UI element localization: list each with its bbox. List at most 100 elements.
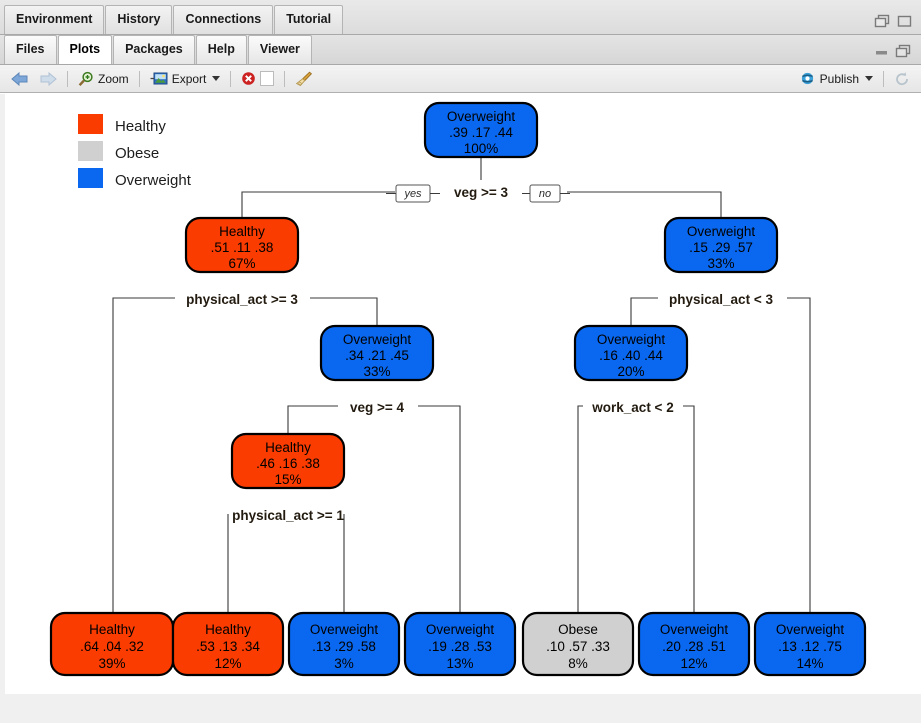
- split-label-work-act-lt-2: work_act < 2: [591, 400, 673, 415]
- legend-label-healthy: Healthy: [115, 118, 166, 135]
- node-probs: .20 .28 .51: [662, 639, 726, 654]
- export-image-icon: [150, 71, 168, 86]
- node-pct: 12%: [214, 656, 241, 671]
- refresh-icon: [894, 71, 910, 87]
- node-pct: 39%: [98, 656, 125, 671]
- chevron-down-icon[interactable]: [212, 76, 220, 81]
- node-pct: 14%: [796, 656, 823, 671]
- plot-canvas: Healthy Obese Overweight: [0, 93, 921, 723]
- forward-button[interactable]: [34, 70, 62, 88]
- node-class-label: Overweight: [447, 109, 516, 124]
- node-probs: .46 .16 .38: [256, 456, 320, 471]
- node-class-label: Obese: [558, 622, 598, 637]
- restore-icon[interactable]: [895, 44, 912, 58]
- tree-leaf-obese-8[interactable]: Obese .10 .57 .33 8%: [523, 613, 633, 675]
- edge-s5-left: [578, 406, 583, 613]
- edge-s4-left: [288, 406, 338, 434]
- yes-badge-label: yes: [403, 188, 422, 200]
- edge-s1-left: [242, 192, 395, 218]
- node-class-label: Overweight: [597, 332, 666, 347]
- node-pct: 3%: [334, 656, 354, 671]
- plot-toolbar: Zoom Export Publish: [0, 65, 921, 93]
- node-pct: 33%: [707, 256, 734, 271]
- refresh-button[interactable]: [889, 69, 915, 89]
- publish-icon: [799, 71, 816, 86]
- publish-button[interactable]: Publish: [794, 69, 878, 88]
- tree-node-overweight-33-left[interactable]: Overweight .34 .21 .45 33%: [321, 326, 433, 380]
- magnifier-icon: [78, 71, 94, 87]
- tree-leaf-overweight-14[interactable]: Overweight .13 .12 .75 14%: [755, 613, 865, 675]
- tab-help[interactable]: Help: [196, 35, 247, 64]
- tree-node-healthy-67[interactable]: Healthy .51 .11 .38 67%: [186, 218, 298, 272]
- tree-node-overweight-33-right[interactable]: Overweight .15 .29 .57 33%: [665, 218, 777, 272]
- back-arrow-icon: [11, 72, 29, 86]
- split-label-physical-act-ge-3: physical_act >= 3: [186, 292, 298, 307]
- node-probs: .16 .40 .44: [599, 348, 663, 363]
- tab-tutorial[interactable]: Tutorial: [274, 5, 343, 34]
- toolbar-separator: [284, 71, 285, 87]
- node-probs: .51 .11 .38: [211, 240, 274, 255]
- clear-all-plots-button[interactable]: [290, 69, 318, 89]
- tab-files[interactable]: Files: [4, 35, 57, 64]
- tab-viewer[interactable]: Viewer: [248, 35, 312, 64]
- tab-plots[interactable]: Plots: [58, 35, 113, 64]
- tree-leaf-overweight-13[interactable]: Overweight .19 .28 .53 13%: [405, 613, 515, 675]
- export-button[interactable]: Export: [145, 69, 226, 88]
- restore-icon[interactable]: [874, 14, 891, 28]
- node-class-label: Overweight: [660, 622, 729, 637]
- node-pct: 67%: [228, 256, 255, 271]
- chevron-down-icon[interactable]: [865, 76, 873, 81]
- node-pct: 12%: [680, 656, 707, 671]
- tree-leaf-healthy-12[interactable]: Healthy .53 .13 .34 12%: [173, 613, 283, 675]
- minimize-icon[interactable]: [874, 45, 889, 57]
- edge-s2-left: [113, 298, 175, 613]
- edge-s1-right: [567, 192, 721, 218]
- tree-leaf-overweight-12[interactable]: Overweight .20 .28 .51 12%: [639, 613, 749, 675]
- forward-arrow-icon: [39, 72, 57, 86]
- node-class-label: Healthy: [219, 224, 265, 239]
- node-class-label: Healthy: [205, 622, 251, 637]
- legend-swatch-healthy: [78, 114, 103, 134]
- tab-environment[interactable]: Environment: [4, 5, 104, 34]
- split-label-veg-ge-3: veg >= 3: [454, 185, 509, 200]
- decision-tree-plot: Healthy Obese Overweight: [0, 94, 921, 723]
- split-label-physical-act-lt-3: physical_act < 3: [669, 292, 773, 307]
- pane-tab-strip: Files Plots Packages Help Viewer: [0, 35, 921, 65]
- toolbar-separator: [67, 71, 68, 87]
- node-pct: 8%: [568, 656, 588, 671]
- split-label-veg-ge-4: veg >= 4: [350, 400, 405, 415]
- zoom-button[interactable]: Zoom: [73, 69, 134, 89]
- edge-s3-right: [787, 298, 810, 613]
- tree-leaf-healthy-39[interactable]: Healthy .64 .04 .32 39%: [51, 613, 173, 675]
- node-pct: 13%: [446, 656, 473, 671]
- tree-node-healthy-15[interactable]: Healthy .46 .16 .38 15%: [232, 434, 344, 488]
- edge-s2-right: [310, 298, 377, 326]
- back-button[interactable]: [6, 70, 34, 88]
- top-tab-strip: Environment History Connections Tutorial: [0, 0, 921, 35]
- split-label-physical-act-ge-1: physical_act >= 1: [232, 508, 344, 523]
- node-pct: 20%: [617, 364, 644, 379]
- toolbar-separator: [230, 71, 231, 87]
- tab-connections[interactable]: Connections: [173, 5, 273, 34]
- remove-plot-button[interactable]: [236, 69, 279, 88]
- tree-node-root[interactable]: Overweight .39 .17 .44 100%: [425, 103, 537, 157]
- tree-leaf-overweight-3[interactable]: Overweight .13 .29 .58 3%: [289, 613, 399, 675]
- node-pct: 15%: [274, 472, 301, 487]
- node-probs: .64 .04 .32: [80, 639, 144, 654]
- tree-node-overweight-20[interactable]: Overweight .16 .40 .44 20%: [575, 326, 687, 380]
- node-class-label: Overweight: [310, 622, 379, 637]
- node-pct: 100%: [464, 141, 499, 156]
- legend-label-overweight: Overweight: [115, 172, 192, 189]
- node-probs: .15 .29 .57: [689, 240, 753, 255]
- maximize-icon[interactable]: [897, 14, 912, 28]
- pane-tab-filler: [313, 35, 874, 64]
- publish-label: Publish: [820, 72, 859, 86]
- tab-packages[interactable]: Packages: [113, 35, 195, 64]
- node-probs: .19 .28 .53: [428, 639, 492, 654]
- node-class-label: Healthy: [89, 622, 135, 637]
- node-probs: .13 .12 .75: [778, 639, 842, 654]
- node-probs: .10 .57 .33: [546, 639, 610, 654]
- node-probs: .53 .13 .34: [196, 639, 260, 654]
- plot-bottom-margin: [0, 694, 921, 723]
- tab-history[interactable]: History: [105, 5, 172, 34]
